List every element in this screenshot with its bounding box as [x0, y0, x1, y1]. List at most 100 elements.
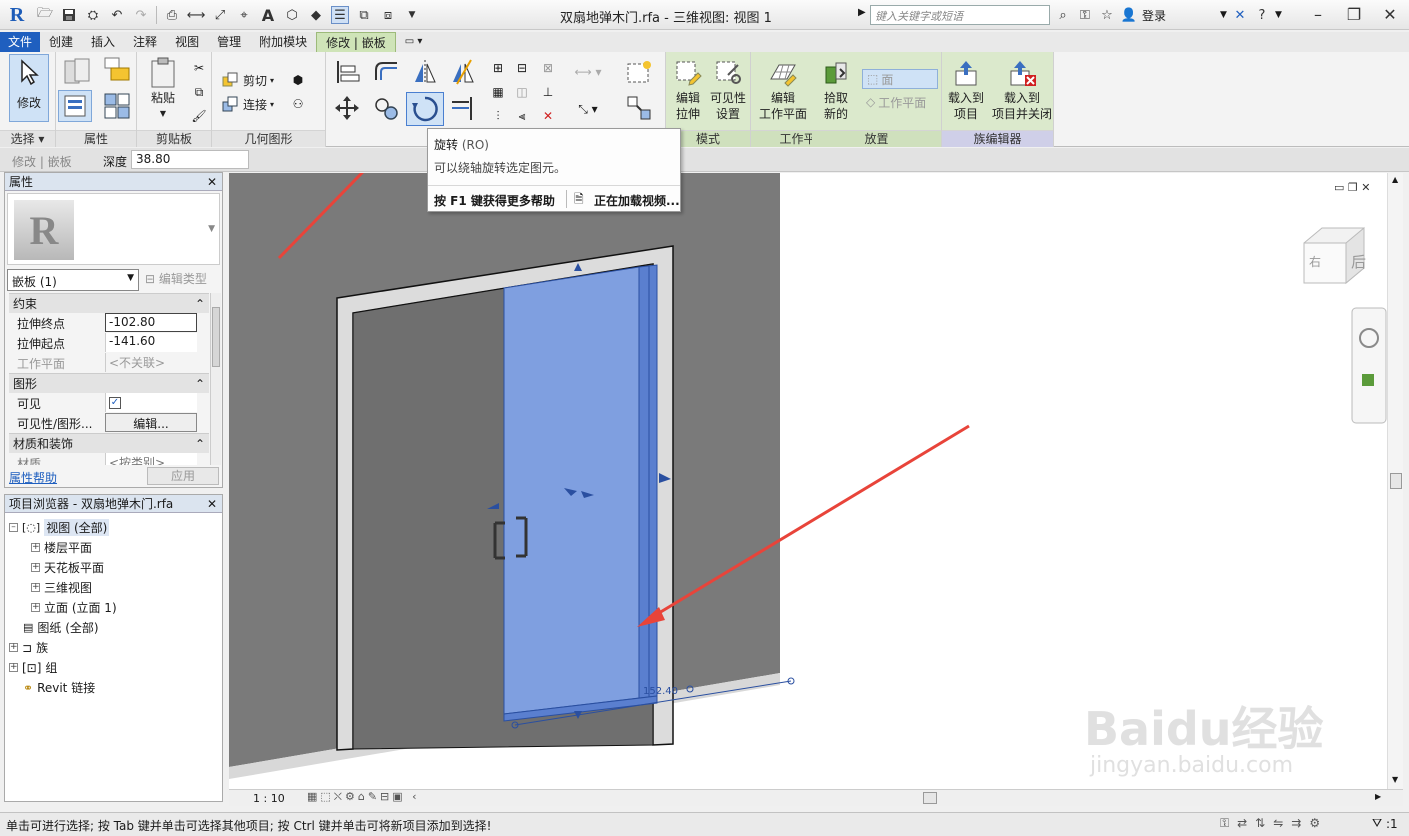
- trim-multiple-icon[interactable]: ⫶: [488, 106, 508, 126]
- binoculars-icon[interactable]: ⌕: [1054, 6, 1072, 24]
- visibility-settings-button[interactable]: 可见性 设置: [708, 56, 748, 122]
- login-link[interactable]: 登录: [1142, 7, 1166, 24]
- category-materials[interactable]: 材质和装饰 ⌃: [9, 433, 209, 453]
- tree-item-ceiling-plans[interactable]: + 天花板平面: [31, 559, 104, 576]
- edit-work-plane-button[interactable]: 编辑 工作平面: [755, 56, 811, 122]
- restore-button[interactable]: ❐: [1336, 2, 1372, 26]
- customize-icon[interactable]: ▼: [403, 6, 421, 24]
- view-control-icons[interactable]: ▦⬚⛌⚙⌂✎⊟▣ ‹: [307, 790, 420, 804]
- properties-toggle-icon[interactable]: [58, 90, 92, 122]
- rotate-icon[interactable]: [406, 92, 444, 126]
- edit-extrusion-button[interactable]: 编辑 拉伸: [670, 56, 706, 122]
- undo-icon[interactable]: ↶: [108, 6, 126, 24]
- viewport-vertical-scrollbar[interactable]: ▲ ▼: [1387, 173, 1403, 789]
- measure-tool-icon[interactable]: ⤡ ▾: [566, 96, 610, 122]
- ribbon-minimize-icon[interactable]: ▭ ▾: [396, 32, 432, 52]
- tree-item-groups[interactable]: + [⊡] 组: [9, 659, 57, 676]
- split-gap-icon[interactable]: ⊟: [512, 58, 532, 78]
- mirror-pick-axis-icon[interactable]: [408, 56, 442, 88]
- tree-item-revit-links[interactable]: ⚭ Revit 链接: [23, 679, 95, 696]
- expand-icon[interactable]: +: [31, 563, 40, 572]
- open-icon[interactable]: 🗁: [36, 6, 54, 24]
- sync-icon[interactable]: ⛭: [84, 6, 102, 24]
- match-properties-icon[interactable]: 🖌: [189, 106, 209, 126]
- tab-modify-panel[interactable]: 修改 | 嵌板: [316, 32, 396, 52]
- close-button[interactable]: ✕: [1372, 2, 1408, 26]
- join-geometry-button[interactable]: 连接 ▾: [220, 94, 274, 114]
- paste-dropdown-icon[interactable]: ▼: [160, 106, 166, 122]
- mirror-draw-axis-icon[interactable]: [446, 56, 480, 88]
- print-icon[interactable]: ⎙: [163, 6, 181, 24]
- type-selector[interactable]: 嵌板 (1) ▼: [7, 269, 139, 291]
- collapse-icon[interactable]: –: [9, 523, 18, 532]
- trim-extend-icon[interactable]: [446, 92, 480, 124]
- section-icon[interactable]: ◆: [307, 6, 325, 24]
- save-icon[interactable]: [60, 6, 78, 24]
- tree-item-floor-plans[interactable]: + 楼层平面: [31, 539, 92, 556]
- tree-item-views[interactable]: – [◌] 视图 (全部): [9, 519, 110, 536]
- pick-new-button[interactable]: 拾取 新的: [818, 56, 854, 122]
- text-icon[interactable]: A: [259, 6, 277, 25]
- array-icon[interactable]: ▦: [488, 82, 508, 102]
- panel-select-label[interactable]: 选择 ▾: [0, 130, 55, 147]
- dimension-value[interactable]: 152.40: [643, 686, 678, 697]
- search-input[interactable]: 键入关键字或短语: [870, 5, 1050, 25]
- view-window-controls[interactable]: ▭ ❐ ✕: [1334, 181, 1370, 194]
- browser-close-icon[interactable]: ✕: [207, 495, 217, 513]
- align-icon[interactable]: [330, 56, 364, 88]
- cut-geometry-button[interactable]: 剪切 ▾: [220, 70, 274, 90]
- delete-icon[interactable]: ✕: [538, 106, 558, 126]
- expand-search-icon[interactable]: ▶: [858, 7, 866, 18]
- visible-checkbox[interactable]: ✓: [109, 397, 121, 409]
- selection-filter-icons[interactable]: ⚿⇄⇅⇋⇉⚙: [1220, 816, 1328, 831]
- tree-item-elevations[interactable]: + 立面 (立面 1): [31, 599, 117, 616]
- trim-single-icon[interactable]: ⫷: [512, 106, 532, 126]
- tab-addins[interactable]: 附加模块: [250, 32, 316, 52]
- tag-icon[interactable]: ⌖: [235, 6, 253, 24]
- apply-button[interactable]: 应用: [147, 467, 219, 485]
- thin-lines-icon[interactable]: ☰: [331, 6, 349, 24]
- load-into-project-button[interactable]: 载入到 项目: [944, 56, 988, 122]
- copy-element-icon[interactable]: [370, 92, 404, 124]
- depth-input[interactable]: 38.80: [131, 150, 249, 169]
- help-icon[interactable]: ?: [1253, 6, 1271, 24]
- extrusion-end-input[interactable]: -102.80: [105, 313, 197, 332]
- tree-item-3d-views[interactable]: + 三维视图: [31, 579, 92, 596]
- aligned-dimension-icon[interactable]: ⟷ ▾: [566, 62, 610, 82]
- switch-windows-icon[interactable]: ⧈: [379, 6, 397, 24]
- copy-icon[interactable]: ⧉: [189, 82, 209, 102]
- type-properties-icon[interactable]: [61, 56, 95, 88]
- scale-icon[interactable]: ◫: [512, 82, 532, 102]
- tree-item-sheets[interactable]: ▤ 图纸 (全部): [23, 619, 99, 636]
- modify-button[interactable]: 修改: [9, 54, 49, 122]
- paste-button[interactable]: 粘贴 ▼: [145, 56, 181, 122]
- filter-icon[interactable]: ⛛: [1372, 816, 1382, 831]
- minimize-button[interactable]: –: [1300, 2, 1336, 26]
- app-logo-icon[interactable]: R: [6, 4, 28, 26]
- properties-scrollbar[interactable]: [210, 293, 221, 465]
- view-scale[interactable]: 1 : 10: [253, 792, 285, 805]
- edit-type-button[interactable]: ⊟ 编辑类型: [145, 270, 207, 287]
- exchange-apps-icon[interactable]: ✕: [1231, 6, 1249, 24]
- viewcube-right-face[interactable]: 右: [1309, 253, 1321, 270]
- 3d-viewport[interactable]: 右 后 152.40 ▭ ❐ ✕ Baidu经验 jingyan.baidu.c…: [229, 173, 1387, 789]
- category-constraints[interactable]: 约束 ⌃: [9, 293, 209, 313]
- tab-annotate[interactable]: 注释: [124, 32, 166, 52]
- help-dropdown-icon[interactable]: ▼: [1275, 10, 1282, 20]
- redo-icon[interactable]: ↷: [132, 6, 150, 24]
- wall-join-icon[interactable]: ⬢: [288, 70, 308, 90]
- scroll-right-icon[interactable]: ▶: [1375, 792, 1381, 801]
- close-hidden-icon[interactable]: ⧉: [355, 6, 373, 24]
- place-on-face-button[interactable]: ⬚ 面: [862, 69, 938, 89]
- create-similar-icon[interactable]: [622, 92, 656, 124]
- cut-scissors-icon[interactable]: ✂: [189, 58, 209, 78]
- dimension-icon[interactable]: ⤢: [211, 6, 229, 24]
- tab-create[interactable]: 创建: [40, 32, 82, 52]
- subscription-icon[interactable]: ⚿: [1076, 6, 1094, 24]
- tab-view[interactable]: 视图: [166, 32, 208, 52]
- expand-icon[interactable]: +: [9, 643, 18, 652]
- expand-icon[interactable]: +: [31, 603, 40, 612]
- tree-item-families[interactable]: + ⊐ 族: [9, 639, 48, 656]
- move-icon[interactable]: [330, 92, 364, 124]
- category-graphics[interactable]: 图形 ⌃: [9, 373, 209, 393]
